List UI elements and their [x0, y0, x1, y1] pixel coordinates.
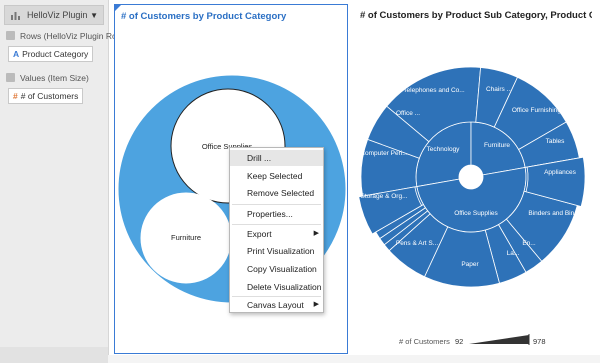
menu-divider [232, 204, 321, 205]
menu-item-export[interactable]: Export ▶ [230, 226, 323, 242]
sunburst-label-paper: Paper [461, 261, 479, 268]
sunburst-label-chairs: Chairs ... [486, 86, 512, 93]
sunburst-label-computer-peripherals: Computer Peri... [360, 150, 408, 157]
sunburst-label-tables: Tables [546, 138, 566, 145]
chevron-right-icon: ▶ [313, 301, 319, 308]
menu-item-delete[interactable]: Delete Visualization [230, 279, 323, 295]
sunburst-center [459, 165, 483, 189]
legend-ramp [469, 334, 530, 345]
menu-item-properties[interactable]: Properties... [230, 206, 323, 222]
sunburst-label-office-supplies: Office Supplies [454, 210, 498, 217]
context-menu[interactable]: Drill ... Keep Selected Remove Selected … [229, 147, 324, 313]
menu-item-canvas-layout[interactable]: Canvas Layout ▶ [230, 297, 323, 313]
sunburst-label-envelopes: En... [522, 240, 536, 247]
sunburst-label-appliances: Appliances [544, 169, 577, 176]
menu-item-print[interactable]: Print Visualization [230, 243, 323, 259]
status-bar [108, 355, 600, 363]
menu-item-drill[interactable]: Drill ... [230, 150, 323, 166]
sunburst-label-pens: Pens & Art S... [396, 240, 438, 247]
sunburst-label-labels: La... [507, 250, 520, 257]
chevron-right-icon: ▶ [313, 230, 319, 237]
legend-label: # of Customers [399, 337, 450, 346]
sunburst-label-storage: Storage & Org... [361, 193, 408, 200]
sunburst-label-telephones: Telephones and Co... [403, 87, 465, 94]
legend-min: 92 [455, 337, 464, 346]
sunburst-label-office-furnishings: Office Furnishings [512, 107, 565, 114]
legend-max: 978 [533, 337, 546, 346]
menu-item-keep-selected[interactable]: Keep Selected [230, 168, 323, 184]
menu-item-copy[interactable]: Copy Visualization [230, 261, 323, 277]
sunburst-label-office-machines: Office ... [396, 110, 420, 117]
sunburst-label-binders: Binders and Bin... [528, 210, 580, 217]
sunburst-label-technology: Technology [427, 146, 461, 153]
menu-divider [232, 224, 321, 225]
menu-item-remove-selected[interactable]: Remove Selected [230, 185, 323, 201]
sunburst-label-furniture: Furniture [484, 142, 510, 149]
